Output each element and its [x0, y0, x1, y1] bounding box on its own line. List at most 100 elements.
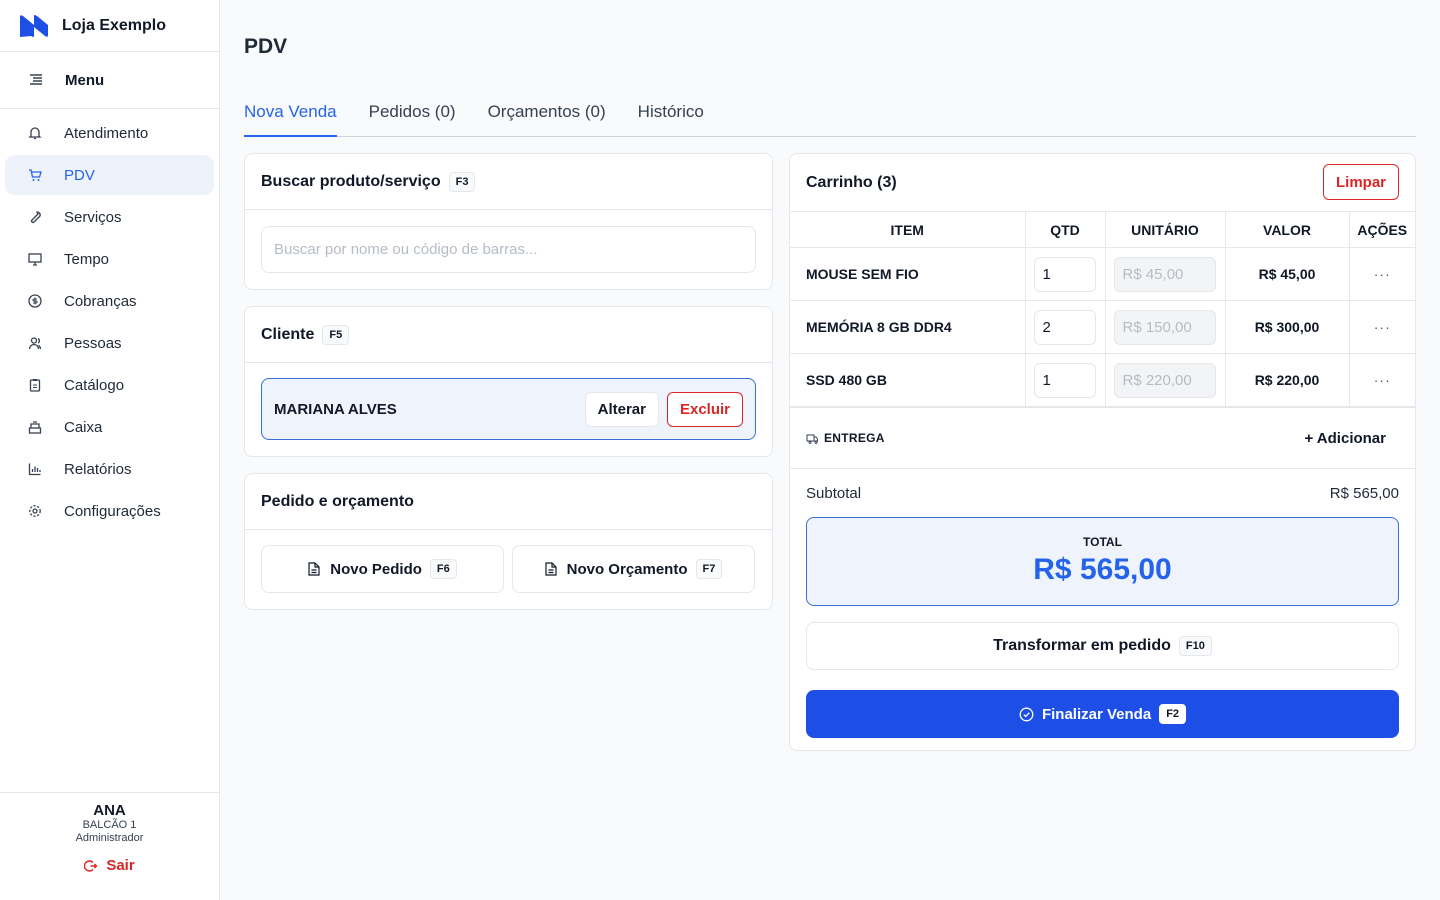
wrench-icon — [27, 209, 43, 225]
logout-icon — [84, 859, 98, 872]
sidebar-item-pdv[interactable]: PDV — [5, 155, 214, 195]
tab-pedidos[interactable]: Pedidos (0) — [369, 100, 456, 137]
finish-sale-button[interactable]: Finalizar Venda F2 — [806, 690, 1399, 738]
search-card-title: Buscar produto/serviço — [261, 172, 441, 190]
logout-label: Sair — [106, 857, 135, 874]
total-panel: TOTAL R$ 565,00 — [806, 517, 1399, 606]
brand[interactable]: Loja Exemplo — [0, 0, 219, 52]
search-card-header: Buscar produto/serviço F3 — [245, 154, 772, 210]
sidebar: Loja Exemplo Menu Atendimento PDV Serviç… — [0, 0, 220, 900]
sidebar-item-label: Configurações — [64, 502, 161, 520]
row-actions-button[interactable]: ··· — [1348, 353, 1415, 407]
sidebar-item-catalogo[interactable]: Catálogo — [5, 365, 214, 405]
add-delivery-button[interactable]: + Adicionar — [1304, 430, 1386, 447]
column-header: VALOR — [1224, 211, 1349, 248]
register-icon — [27, 419, 43, 435]
sidebar-item-cobrancas[interactable]: Cobranças — [5, 281, 214, 321]
column-header: ITEM — [790, 211, 1025, 248]
document-icon — [545, 562, 557, 576]
logo-icon — [20, 14, 48, 37]
cart-item-name: MEMÓRIA 8 GB DDR4 — [790, 300, 1025, 354]
chart-icon — [27, 461, 43, 477]
product-search-input[interactable] — [261, 226, 756, 273]
unit-price-field: R$ 150,00 — [1113, 309, 1216, 345]
new-order-label: Novo Pedido — [330, 560, 422, 578]
client-card-header: Cliente F5 — [245, 307, 772, 363]
tab-nova-venda[interactable]: Nova Venda — [244, 100, 337, 137]
new-order-button[interactable]: Novo Pedido F6 — [261, 545, 504, 593]
sidebar-item-pessoas[interactable]: Pessoas — [5, 323, 214, 363]
sidebar-item-label: Caixa — [64, 418, 103, 436]
column-header: UNITÁRIO — [1104, 211, 1225, 248]
subtotal-value: R$ 565,00 — [1329, 484, 1399, 502]
table-row: MEMÓRIA 8 GB DDR4 2 R$ 150,00 R$ 300,00 … — [790, 300, 1415, 354]
menu-toggle[interactable]: Menu — [0, 52, 219, 109]
clipboard-icon — [27, 377, 43, 393]
table-row: MOUSE SEM FIO 1 R$ 45,00 R$ 45,00 ··· — [790, 247, 1415, 301]
tab-orcamentos[interactable]: Orçamentos (0) — [488, 100, 606, 137]
total-value: R$ 565,00 — [1033, 553, 1172, 586]
sidebar-nav: Atendimento PDV Serviços Tempo Cobranças… — [0, 109, 219, 531]
shortcut-badge: F5 — [322, 324, 350, 345]
sidebar-item-caixa[interactable]: Caixa — [5, 407, 214, 447]
menu-icon — [28, 72, 44, 88]
quantity-input[interactable]: 1 — [1033, 256, 1096, 292]
client-card: Cliente F5 MARIANA ALVES Alterar Excluir — [244, 306, 773, 457]
unit-price-field: R$ 220,00 — [1113, 362, 1216, 398]
cart-title: Carrinho (3) — [806, 173, 897, 191]
sidebar-item-servicos[interactable]: Serviços — [5, 197, 214, 237]
cart-card: Carrinho (3) Limpar ITEM QTD UNITÁRIO VA… — [789, 153, 1416, 751]
shortcut-badge: F10 — [1178, 636, 1212, 656]
shortcut-badge: F7 — [695, 559, 723, 579]
sidebar-item-atendimento[interactable]: Atendimento — [5, 113, 214, 153]
sidebar-item-label: Pessoas — [64, 334, 122, 352]
cart-item-name: MOUSE SEM FIO — [790, 247, 1025, 301]
page-title: PDV — [244, 35, 288, 58]
menu-label: Menu — [65, 71, 105, 89]
cart-table-header: ITEM QTD UNITÁRIO VALOR AÇÕES — [790, 211, 1415, 248]
subtotal-label: Subtotal — [806, 484, 862, 502]
sidebar-item-label: Atendimento — [64, 124, 149, 142]
logout-button[interactable]: Sair — [0, 857, 219, 874]
convert-to-order-button[interactable]: Transformar em pedido F10 — [806, 622, 1399, 670]
user-role: Administrador — [75, 832, 144, 844]
clear-cart-button[interactable]: Limpar — [1322, 164, 1399, 200]
change-client-button[interactable]: Alterar — [584, 391, 659, 427]
gear-icon — [27, 503, 43, 519]
quantity-input[interactable]: 2 — [1033, 309, 1096, 345]
table-row: SSD 480 GB 1 R$ 220,00 R$ 220,00 ··· — [790, 353, 1415, 407]
new-quote-button[interactable]: Novo Orçamento F7 — [512, 545, 755, 593]
remove-client-button[interactable]: Excluir — [666, 391, 743, 427]
sidebar-item-label: Relatórios — [64, 460, 132, 478]
subtotal-row: Subtotal R$ 565,00 — [790, 469, 1415, 517]
sidebar-item-label: PDV — [64, 166, 95, 184]
finish-sale-label: Finalizar Venda — [1041, 705, 1152, 723]
orders-card: Pedido e orçamento Novo Pedido F6 Novo O… — [244, 473, 773, 610]
bell-icon — [27, 125, 43, 141]
cart-header: Carrinho (3) Limpar — [790, 154, 1415, 211]
monitor-icon — [27, 251, 43, 267]
orders-card-header: Pedido e orçamento — [245, 474, 772, 530]
delivery-label: ENTREGA — [824, 431, 885, 445]
check-circle-icon — [1019, 707, 1034, 721]
sidebar-item-label: Tempo — [64, 250, 110, 268]
cart-item-value: R$ 220,00 — [1224, 353, 1349, 407]
sidebar-item-configuracoes[interactable]: Configurações — [5, 491, 214, 531]
quantity-input[interactable]: 1 — [1033, 362, 1096, 398]
truck-icon — [806, 434, 818, 444]
row-actions-button[interactable]: ··· — [1348, 300, 1415, 354]
sidebar-item-relatorios[interactable]: Relatórios — [5, 449, 214, 489]
cart-item-value: R$ 45,00 — [1224, 247, 1349, 301]
row-actions-button[interactable]: ··· — [1348, 247, 1415, 301]
cart-icon — [27, 167, 43, 183]
dollar-circle-icon — [27, 293, 43, 309]
column-header: AÇÕES — [1348, 211, 1415, 248]
brand-name: Loja Exemplo — [62, 16, 167, 34]
tab-historico[interactable]: Histórico — [638, 100, 704, 137]
shortcut-badge: F2 — [1159, 704, 1187, 724]
sidebar-item-label: Cobranças — [64, 292, 137, 310]
sidebar-item-tempo[interactable]: Tempo — [5, 239, 214, 279]
shortcut-badge: F3 — [448, 171, 476, 192]
client-name: MARIANA ALVES — [274, 400, 397, 418]
cart-table: ITEM QTD UNITÁRIO VALOR AÇÕES MOUSE SEM … — [790, 211, 1415, 407]
